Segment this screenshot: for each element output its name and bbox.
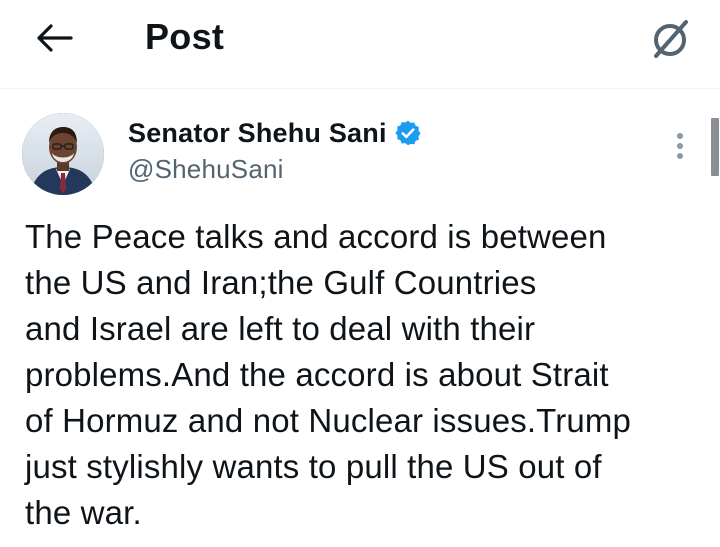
- author-avatar-image: [22, 113, 104, 195]
- arrow-left-icon: [37, 24, 73, 52]
- author-name-row[interactable]: Senator Shehu Sani: [128, 115, 422, 151]
- post-text: The Peace talks and accord is between th…: [25, 218, 632, 531]
- more-vertical-icon: [677, 133, 683, 139]
- grok-button[interactable]: [645, 13, 695, 63]
- back-button[interactable]: [30, 18, 78, 58]
- post: Senator Shehu Sani @ShehuSani The Peace …: [0, 88, 720, 547]
- top-app-bar: Post: [0, 0, 720, 89]
- author-handle[interactable]: @ShehuSani: [128, 154, 284, 185]
- verified-badge-icon: [394, 119, 422, 147]
- page-title: Post: [145, 16, 225, 57]
- scrollbar[interactable]: [711, 118, 719, 176]
- avatar[interactable]: [22, 113, 104, 195]
- grok-icon: [654, 20, 688, 58]
- author-name[interactable]: Senator Shehu Sani: [128, 118, 387, 149]
- more-options-button[interactable]: [664, 128, 696, 164]
